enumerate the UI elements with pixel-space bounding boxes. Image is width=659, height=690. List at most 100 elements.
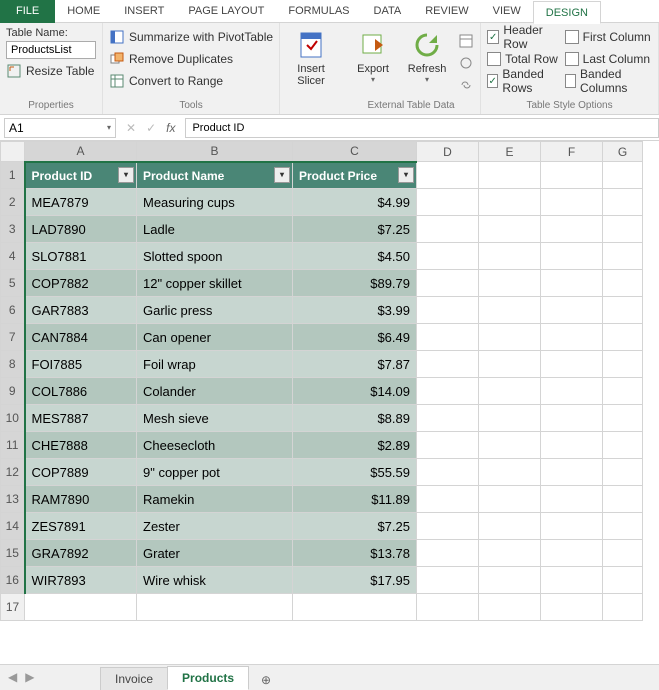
cell-id[interactable]: WIR7893	[25, 567, 137, 594]
cell-price[interactable]: $2.89	[293, 432, 417, 459]
cell-price[interactable]: $13.78	[293, 540, 417, 567]
row-11[interactable]: 11	[1, 432, 25, 459]
summarize-pivot-button[interactable]: Summarize with PivotTable	[109, 27, 273, 47]
banded-rows-check[interactable]: ✓Banded Rows	[487, 71, 561, 91]
cell-id[interactable]: RAM7890	[25, 486, 137, 513]
cell-name[interactable]: 9" copper pot	[137, 459, 293, 486]
col-B[interactable]: B	[137, 142, 293, 162]
cell-name[interactable]: Wire whisk	[137, 567, 293, 594]
col-A[interactable]: A	[25, 142, 137, 162]
row-7[interactable]: 7	[1, 324, 25, 351]
export-button[interactable]: Export ▾	[348, 27, 398, 98]
first-column-check[interactable]: First Column	[565, 27, 652, 47]
cell-id[interactable]: GRA7892	[25, 540, 137, 567]
row-2[interactable]: 2	[1, 189, 25, 216]
row-14[interactable]: 14	[1, 513, 25, 540]
refresh-button[interactable]: Refresh ▾	[402, 27, 452, 98]
row-4[interactable]: 4	[1, 243, 25, 270]
cell-id[interactable]: COP7889	[25, 459, 137, 486]
new-sheet-button[interactable]: ⊕	[254, 670, 278, 690]
remove-duplicates-button[interactable]: Remove Duplicates	[109, 49, 273, 69]
row-16[interactable]: 16	[1, 567, 25, 594]
cell-id[interactable]: MEA7879	[25, 189, 137, 216]
cell-name[interactable]: Garlic press	[137, 297, 293, 324]
cell-id[interactable]: LAD7890	[25, 216, 137, 243]
sheet-invoice[interactable]: Invoice	[100, 667, 168, 690]
cell-id[interactable]: MES7887	[25, 405, 137, 432]
header-price[interactable]: Product Price▾	[293, 162, 417, 189]
cell-price[interactable]: $7.25	[293, 513, 417, 540]
select-all-corner[interactable]	[1, 142, 25, 162]
cell-id[interactable]: SLO7881	[25, 243, 137, 270]
convert-range-button[interactable]: Convert to Range	[109, 71, 273, 91]
properties-icon[interactable]	[458, 33, 474, 49]
cell-name[interactable]: Slotted spoon	[137, 243, 293, 270]
row-8[interactable]: 8	[1, 351, 25, 378]
spreadsheet-grid[interactable]: A B C D E F G 1 Product ID▾ Product Name…	[0, 141, 659, 664]
row-10[interactable]: 10	[1, 405, 25, 432]
total-row-check[interactable]: Total Row	[487, 49, 561, 69]
row-1[interactable]: 1	[1, 162, 25, 189]
scroll-right-icon[interactable]: ▶	[25, 670, 34, 684]
scroll-left-icon[interactable]: ◀	[8, 670, 17, 684]
cell-price[interactable]: $7.87	[293, 351, 417, 378]
cell-price[interactable]: $8.89	[293, 405, 417, 432]
open-browser-icon[interactable]	[458, 55, 474, 71]
col-C[interactable]: C	[293, 142, 417, 162]
resize-table-button[interactable]: Resize Table	[6, 61, 96, 81]
row-6[interactable]: 6	[1, 297, 25, 324]
fx-icon[interactable]: fx	[166, 121, 175, 135]
header-name[interactable]: Product Name▾	[137, 162, 293, 189]
unlink-icon[interactable]	[458, 77, 474, 93]
tab-review[interactable]: REVIEW	[413, 0, 480, 23]
formula-input[interactable]: Product ID	[185, 118, 659, 138]
row-3[interactable]: 3	[1, 216, 25, 243]
row-5[interactable]: 5	[1, 270, 25, 297]
row-17[interactable]: 17	[1, 594, 25, 621]
cell-price[interactable]: $11.89	[293, 486, 417, 513]
row-13[interactable]: 13	[1, 486, 25, 513]
filter-button-icon[interactable]: ▾	[118, 167, 134, 183]
cell-id[interactable]: COP7882	[25, 270, 137, 297]
col-F[interactable]: F	[541, 142, 603, 162]
cell-name[interactable]: Grater	[137, 540, 293, 567]
header-id[interactable]: Product ID▾	[25, 162, 137, 189]
cell-id[interactable]: FOI7885	[25, 351, 137, 378]
cell-id[interactable]: CAN7884	[25, 324, 137, 351]
tab-insert[interactable]: INSERT	[112, 0, 176, 23]
cell-price[interactable]: $17.95	[293, 567, 417, 594]
cell-price[interactable]: $4.99	[293, 189, 417, 216]
cell-name[interactable]: Ladle	[137, 216, 293, 243]
cell-name[interactable]: Zester	[137, 513, 293, 540]
table-name-input[interactable]	[6, 41, 96, 59]
cell-price[interactable]: $3.99	[293, 297, 417, 324]
cell-name[interactable]: 12" copper skillet	[137, 270, 293, 297]
cell-price[interactable]: $7.25	[293, 216, 417, 243]
name-box[interactable]: A1 ▾	[4, 118, 116, 138]
cancel-icon[interactable]: ✕	[126, 121, 136, 135]
cell-price[interactable]: $4.50	[293, 243, 417, 270]
header-row-check[interactable]: ✓Header Row	[487, 27, 561, 47]
cell-id[interactable]: COL7886	[25, 378, 137, 405]
enter-icon[interactable]: ✓	[146, 121, 156, 135]
tab-data[interactable]: DATA	[362, 0, 414, 23]
banded-columns-check[interactable]: Banded Columns	[565, 71, 652, 91]
cell-id[interactable]: CHE7888	[25, 432, 137, 459]
cell-name[interactable]: Cheesecloth	[137, 432, 293, 459]
cell-price[interactable]: $89.79	[293, 270, 417, 297]
insert-slicer-button[interactable]: Insert Slicer	[286, 27, 336, 98]
row-9[interactable]: 9	[1, 378, 25, 405]
cell-name[interactable]: Ramekin	[137, 486, 293, 513]
tab-formulas[interactable]: FORMULAS	[276, 0, 361, 23]
tab-home[interactable]: HOME	[55, 0, 112, 23]
tab-page-layout[interactable]: PAGE LAYOUT	[176, 0, 276, 23]
tab-design[interactable]: DESIGN	[533, 1, 601, 24]
sheet-products[interactable]: Products	[167, 666, 249, 690]
cell-price[interactable]: $6.49	[293, 324, 417, 351]
row-12[interactable]: 12	[1, 459, 25, 486]
cell-name[interactable]: Foil wrap	[137, 351, 293, 378]
col-E[interactable]: E	[479, 142, 541, 162]
col-G[interactable]: G	[603, 142, 643, 162]
col-D[interactable]: D	[417, 142, 479, 162]
tab-file[interactable]: FILE	[0, 0, 55, 23]
